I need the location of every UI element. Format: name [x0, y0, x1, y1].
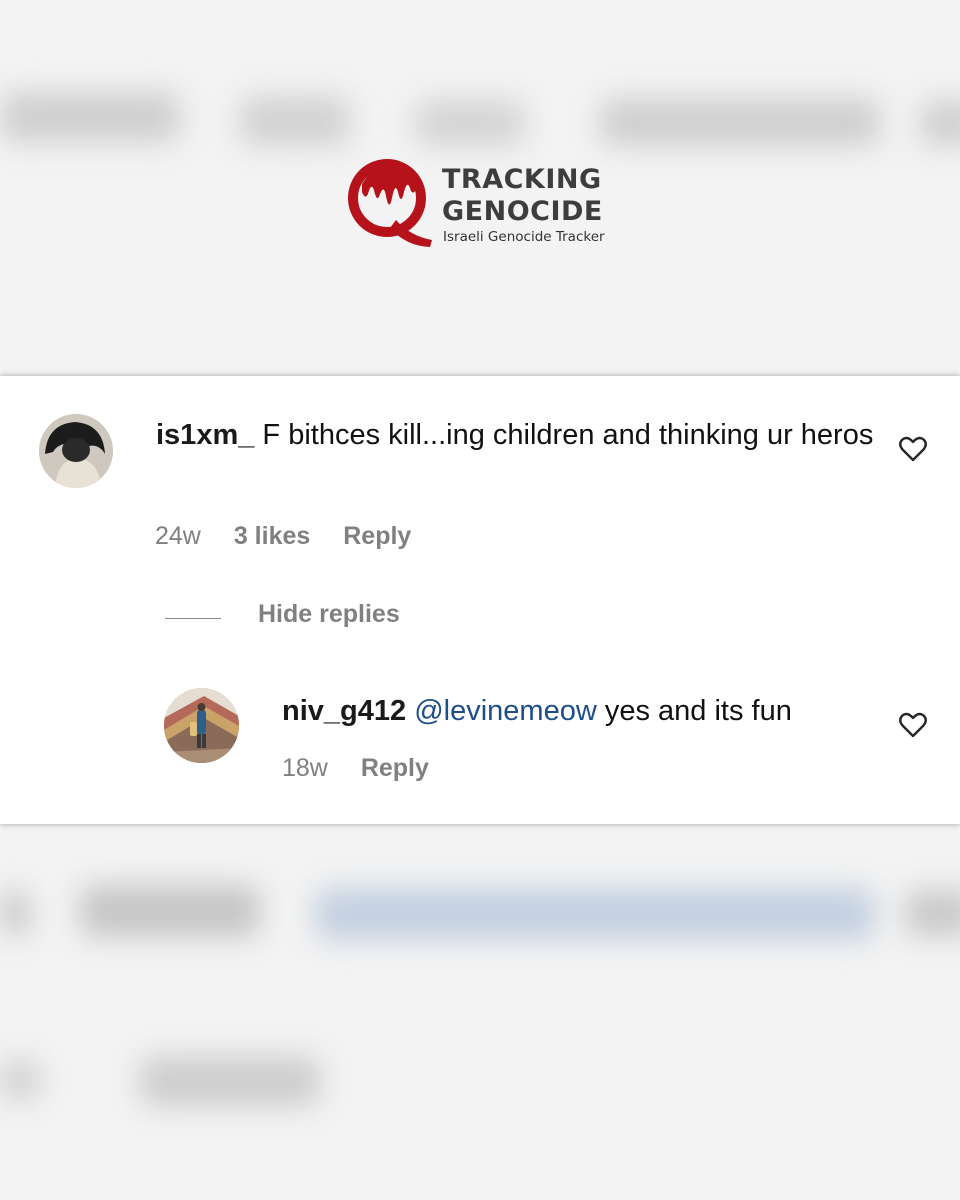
- tracking-genocide-logo: TRACKING GENOCIDE Israeli Genocide Track…: [344, 152, 624, 252]
- comment-username[interactable]: is1xm_: [156, 419, 254, 451]
- logo-title-line-1: TRACKING: [442, 164, 602, 195]
- reply-like-heart-icon[interactable]: [899, 712, 927, 738]
- commenter-avatar[interactable]: [39, 414, 113, 488]
- replies-divider-line: [165, 618, 221, 619]
- logo-tagline: Israeli Genocide Tracker: [443, 229, 605, 245]
- avatar-photo: [39, 414, 113, 488]
- reply-age: 18w: [282, 754, 328, 782]
- reply-body: niv_g412 @levinemeow yes and its fun: [282, 691, 792, 731]
- reply-meta: 18w Reply: [282, 754, 455, 783]
- comment-age: 24w: [155, 522, 201, 550]
- comment-meta: 24w 3 likes Reply: [155, 522, 437, 551]
- logo-title-line-2: GENOCIDE: [442, 196, 603, 227]
- comment-likes-count[interactable]: 3 likes: [234, 522, 310, 550]
- reply-username[interactable]: niv_g412: [282, 695, 406, 727]
- comment-like-heart-icon[interactable]: [899, 436, 927, 462]
- comment-text: F bithces kill...ing children and thinki…: [262, 419, 874, 451]
- logo-q-drip-icon: [348, 159, 432, 247]
- comment-reply-button[interactable]: Reply: [343, 522, 411, 550]
- reply-text: yes and its fun: [604, 695, 792, 727]
- reply-reply-button[interactable]: Reply: [361, 754, 429, 782]
- avatar-photo: [164, 688, 239, 763]
- comment-body: is1xm_ F bithces kill...ing children and…: [156, 414, 876, 456]
- comment-thread-card: is1xm_ F bithces kill...ing children and…: [0, 376, 960, 824]
- reply-mention-link[interactable]: @levinemeow: [414, 695, 597, 727]
- hide-replies-button[interactable]: Hide replies: [258, 600, 400, 629]
- reply-author-avatar[interactable]: [164, 688, 239, 763]
